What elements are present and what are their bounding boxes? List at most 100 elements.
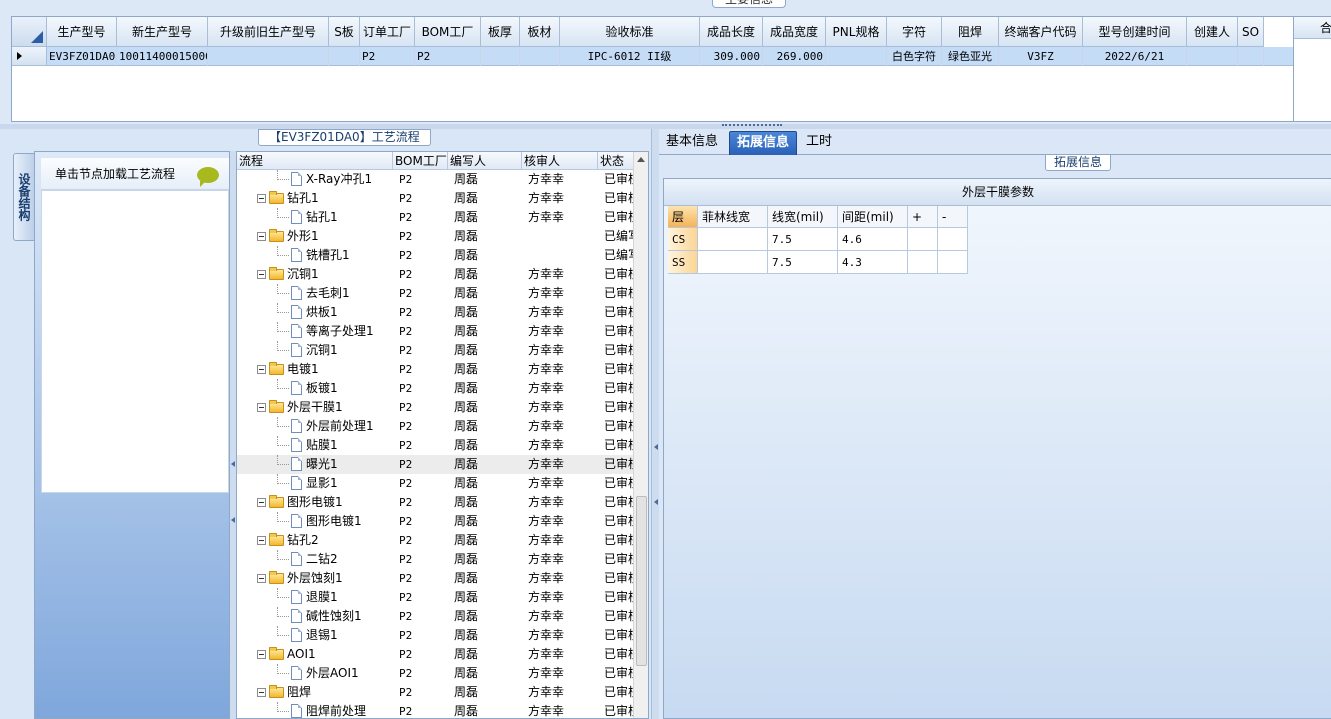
ext-column-header[interactable]: + [908, 206, 938, 228]
detail-tab[interactable]: 基本信息 [659, 131, 725, 155]
collapse-icon[interactable] [257, 650, 266, 659]
tree-row[interactable]: 外层AOI1 P2 周磊 方幸幸 已审核 [237, 664, 638, 683]
tree-node[interactable]: 铣槽孔1 [277, 246, 350, 265]
tree-row[interactable]: 板镀1 P2 周磊 方幸幸 已审核 [237, 379, 638, 398]
tree-row[interactable]: 等离子处理1 P2 周磊 方幸幸 已审核 [237, 322, 638, 341]
tree-row[interactable]: 外层干膜1 P2 周磊 方幸幸 已审核 [237, 398, 638, 417]
grid-cell[interactable]: EV3FZ01DA0 [47, 47, 117, 66]
tree-node[interactable]: 二钻2 [277, 550, 338, 569]
grid-cell[interactable]: IPC-6012 II级 [560, 47, 700, 66]
tree-node[interactable]: 外层AOI1 [277, 664, 359, 683]
column-header[interactable]: 创建人 [1187, 17, 1238, 47]
tree-row[interactable]: X-Ray冲孔1 P2 周磊 方幸幸 已审核 [237, 170, 638, 189]
grid-cell[interactable] [329, 47, 360, 66]
column-header[interactable]: 验收标准 [560, 17, 700, 47]
collapse-icon[interactable] [257, 194, 266, 203]
vertical-splitter[interactable] [652, 129, 659, 719]
collapse-icon[interactable] [257, 403, 266, 412]
scroll-up-arrow-icon[interactable] [637, 157, 645, 162]
ext-column-header[interactable]: 菲林线宽 [698, 206, 768, 228]
tree-row[interactable]: 阻焊 P2 周磊 方幸幸 已审核 [237, 683, 638, 702]
collapse-left-icon[interactable] [231, 517, 235, 523]
tree-node[interactable]: 显影1 [277, 474, 338, 493]
tree-node[interactable]: 板镀1 [277, 379, 338, 398]
column-header[interactable]: 板厚 [481, 17, 520, 47]
tree-node[interactable]: 钻孔1 [277, 208, 338, 227]
tree-row[interactable]: 沉铜1 P2 周磊 方幸幸 已审核 [237, 265, 638, 284]
ext-column-header[interactable]: 层 [668, 206, 698, 228]
right-side-grid[interactable]: 合 [1293, 16, 1331, 122]
ext-cell[interactable]: 7.5 [768, 251, 838, 274]
grid-cell[interactable]: 10011400015000 [117, 47, 208, 66]
tree-node[interactable]: 碱性蚀刻1 [277, 607, 362, 626]
ext-cell[interactable]: 7.5 [768, 228, 838, 251]
collapse-arrow-icon[interactable] [654, 499, 658, 505]
grid-cell[interactable]: P2 [360, 47, 415, 66]
tree-row[interactable]: 钻孔1 P2 周磊 方幸幸 已审核 [237, 189, 638, 208]
tree-column-header[interactable]: 核审人 [522, 152, 598, 170]
column-header[interactable]: 阻焊 [942, 17, 999, 47]
grid-cell[interactable]: 309.000 [700, 47, 763, 66]
column-header[interactable]: 板材 [520, 17, 560, 47]
equipment-structure-tab[interactable]: 设备结构 [13, 153, 35, 241]
tree-node[interactable]: 钻孔2 [257, 531, 319, 550]
tree-row[interactable]: 烘板1 P2 周磊 方幸幸 已审核 [237, 303, 638, 322]
detail-tab[interactable]: 工时 [799, 131, 839, 155]
grid-cell[interactable]: 绿色亚光 [942, 47, 999, 66]
tree-row[interactable]: 外层前处理1 P2 周磊 方幸幸 已审核 [237, 417, 638, 436]
ext-column-header[interactable]: - [938, 206, 968, 228]
tree-node[interactable]: 去毛刺1 [277, 284, 350, 303]
tree-node[interactable]: 沉铜1 [277, 341, 338, 360]
grid-cell[interactable]: 269.000 [763, 47, 826, 66]
tree-column-header[interactable]: BOM工厂 [393, 152, 448, 170]
grid-cell[interactable] [826, 47, 887, 66]
tree-node[interactable]: X-Ray冲孔1 [277, 170, 372, 189]
ext-cell[interactable] [938, 251, 968, 274]
tree-node[interactable]: 等离子处理1 [277, 322, 374, 341]
tree-row[interactable]: 钻孔2 P2 周磊 方幸幸 已审核 [237, 531, 638, 550]
grid-cell[interactable]: 2022/6/21 [1083, 47, 1187, 66]
tree-row[interactable]: 图形电镀1 P2 周磊 方幸幸 已审核 [237, 512, 638, 531]
ext-cell[interactable]: CS [668, 228, 698, 251]
node-list-area[interactable] [41, 190, 229, 493]
collapse-left-icon[interactable] [231, 461, 235, 467]
column-header[interactable]: 终端客户代码 [999, 17, 1083, 47]
scroll-thumb[interactable] [636, 496, 647, 666]
main-info-grid[interactable]: 生产型号 新生产型号 升级前旧生产型号 S板 订单工厂 BOM工厂 板厚 板材 验收标准 成品长度… [11, 16, 1294, 122]
tree-column-header[interactable]: 状态 [598, 152, 638, 170]
node-hint-bar[interactable]: 单击节点加载工艺流程 [41, 158, 229, 190]
tree-node[interactable]: 沉铜1 [257, 265, 319, 284]
ext-column-header[interactable]: 线宽(mil) [768, 206, 838, 228]
collapse-icon[interactable] [257, 232, 266, 241]
grid-cell[interactable] [520, 47, 560, 66]
tree-row[interactable]: 显影1 P2 周磊 方幸幸 已审核 [237, 474, 638, 493]
tree-row[interactable]: 贴膜1 P2 周磊 方幸幸 已审核 [237, 436, 638, 455]
ext-cell[interactable] [908, 251, 938, 274]
tree-row[interactable]: 退膜1 P2 周磊 方幸幸 已审核 [237, 588, 638, 607]
column-header[interactable]: 生产型号 [47, 17, 117, 47]
column-header[interactable]: SO [1238, 17, 1264, 47]
column-header[interactable]: 升级前旧生产型号 [208, 17, 329, 47]
collapse-arrow-icon[interactable] [654, 444, 658, 450]
tree-row[interactable]: 铣槽孔1 P2 周磊 已编写 [237, 246, 638, 265]
tree-node[interactable]: 外层前处理1 [277, 417, 374, 436]
collapse-icon[interactable] [257, 498, 266, 507]
tree-node[interactable]: 外形1 [257, 227, 319, 246]
tree-row[interactable]: 二钻2 P2 周磊 方幸幸 已审核 [237, 550, 638, 569]
ext-cell[interactable] [698, 228, 768, 251]
grid-cell[interactable] [1238, 47, 1264, 66]
tree-row[interactable]: 碱性蚀刻1 P2 周磊 方幸幸 已审核 [237, 607, 638, 626]
column-header[interactable]: S板 [329, 17, 360, 47]
column-header[interactable]: 字符 [887, 17, 942, 47]
grid-cell[interactable] [208, 47, 329, 66]
tree-row[interactable]: 图形电镀1 P2 周磊 方幸幸 已审核 [237, 493, 638, 512]
grid-cell[interactable]: 白色字符 [887, 47, 942, 66]
tree-node[interactable]: 阻焊 [257, 683, 311, 702]
collapse-icon[interactable] [257, 574, 266, 583]
tree-node[interactable]: 外层蚀刻1 [257, 569, 343, 588]
column-header[interactable]: PNL规格 [826, 17, 887, 47]
tree-node[interactable]: 曝光1 [277, 455, 338, 474]
tree-row[interactable]: 沉铜1 P2 周磊 方幸幸 已审核 [237, 341, 638, 360]
grid-cell[interactable] [1187, 47, 1238, 66]
collapse-icon[interactable] [257, 365, 266, 374]
